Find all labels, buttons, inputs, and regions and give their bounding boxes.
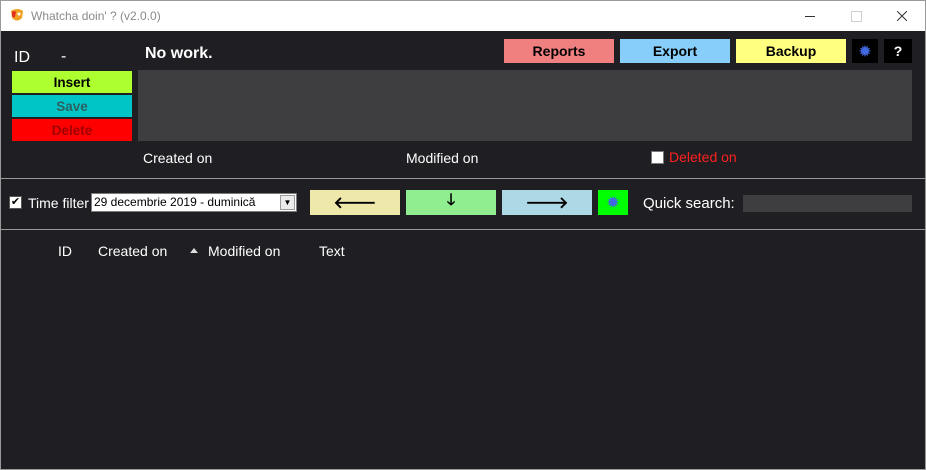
app-window: Whatcha doin' ? (v2.0.0) ID - No work. I… (0, 0, 926, 470)
help-button[interactable]: ? (884, 39, 912, 63)
settings-button[interactable]: ✹ (852, 39, 878, 63)
maximize-icon (850, 10, 862, 22)
refresh-button[interactable]: ✹ (598, 190, 628, 215)
column-header-modified-on[interactable]: Modified on (208, 243, 280, 259)
chevron-down-icon[interactable]: ▼ (280, 195, 295, 210)
column-header-id[interactable]: ID (58, 243, 72, 259)
app-logo-icon (9, 8, 25, 24)
close-button[interactable] (879, 1, 925, 31)
title-bar: Whatcha doin' ? (v2.0.0) (1, 1, 925, 31)
quick-search-input[interactable] (743, 195, 912, 212)
column-header-created-on[interactable]: Created on (98, 243, 167, 259)
delete-button[interactable]: Delete (12, 119, 132, 141)
date-picker-value: 29 decembrie 2019 - duminică (94, 195, 256, 209)
id-value: - (61, 48, 67, 65)
minimize-icon (805, 15, 815, 17)
next-day-button[interactable]: 🡒 (502, 190, 592, 215)
date-picker[interactable]: 29 decembrie 2019 - duminică ▼ (91, 193, 297, 212)
minimize-button[interactable] (787, 1, 833, 31)
save-button[interactable]: Save (12, 95, 132, 117)
arrow-right-icon: 🡒 (525, 195, 569, 212)
today-button[interactable]: 🡓 (406, 190, 496, 215)
window-title: Whatcha doin' ? (v2.0.0) (31, 9, 161, 23)
sort-ascending-icon (190, 248, 198, 253)
arrow-down-icon: 🡓 (446, 192, 456, 209)
quick-search-label: Quick search: (643, 195, 735, 212)
divider (1, 229, 925, 230)
column-header-text[interactable]: Text (319, 243, 345, 259)
created-on-label: Created on (143, 150, 213, 166)
gear-icon: ✹ (607, 194, 619, 210)
reports-button[interactable]: Reports (504, 39, 614, 63)
previous-day-button[interactable]: 🡐 (310, 190, 400, 215)
insert-button[interactable]: Insert (12, 71, 132, 93)
entry-text-area[interactable] (138, 70, 912, 141)
modified-on-label: Modified on (406, 150, 479, 166)
id-label: ID (14, 49, 30, 66)
divider (1, 178, 925, 179)
deleted-checkbox[interactable] (651, 151, 664, 164)
maximize-button[interactable] (833, 1, 879, 31)
gear-icon: ✹ (859, 42, 871, 59)
time-filter-label: Time filter (28, 195, 89, 211)
export-button[interactable]: Export (620, 39, 730, 63)
deleted-on-label: Deleted on (669, 149, 737, 165)
close-icon (897, 11, 907, 21)
arrow-left-icon: 🡐 (333, 195, 377, 212)
time-filter-checkbox[interactable]: ✔ (9, 196, 22, 209)
backup-button[interactable]: Backup (736, 39, 846, 63)
status-text: No work. (145, 45, 213, 62)
